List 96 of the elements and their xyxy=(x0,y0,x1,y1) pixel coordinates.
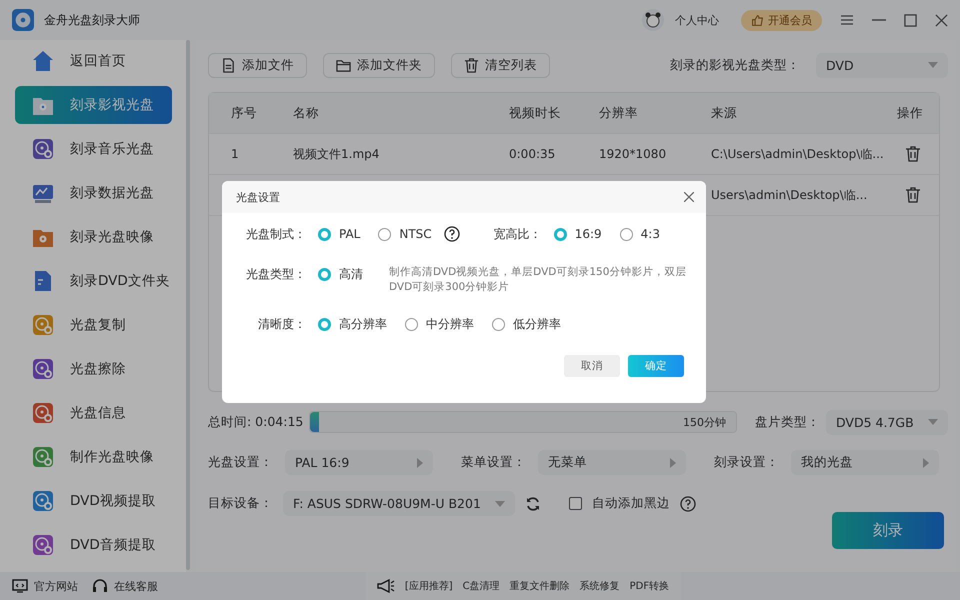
column-header: 视频时长 xyxy=(509,104,562,122)
home-icon xyxy=(32,50,54,72)
caret-icon xyxy=(495,500,505,506)
sidebar-item[interactable]: 刻录数据光盘 xyxy=(15,174,172,212)
target-device-label: 目标设备： xyxy=(208,495,273,512)
sidebar-item[interactable]: 制作光盘映像 xyxy=(15,438,172,476)
capacity-limit: 150分钟 xyxy=(683,414,726,430)
menu-icon[interactable] xyxy=(840,13,854,27)
promo-link[interactable]: PDF转换 xyxy=(630,579,670,593)
option-label: 清晰度： xyxy=(257,316,306,333)
table-cell-text: C:\Users\admin\Desktop\临... xyxy=(711,146,885,162)
caret-icon xyxy=(670,458,676,468)
megaphone-icon xyxy=(376,578,395,594)
column-header: 来源 xyxy=(711,104,738,122)
table-cell-text: 1 xyxy=(230,147,240,161)
cancel-button[interactable]: 取消 xyxy=(564,355,620,377)
setting-selector[interactable]: PAL 16:9 xyxy=(285,450,433,475)
setting-label: 菜单设置： xyxy=(461,454,526,471)
column-header: 名称 xyxy=(293,104,320,122)
headset-icon xyxy=(92,578,108,594)
setting-label: 刻录设置： xyxy=(714,454,779,471)
monitor-icon xyxy=(32,182,54,204)
sidebar-item[interactable]: 刻录光盘映像 xyxy=(15,218,172,256)
auto-border-label: 自动添加黑边 xyxy=(592,495,670,512)
sidebar-item[interactable]: 返回首页 xyxy=(15,42,172,80)
setting-selector[interactable]: 无菜单 xyxy=(538,450,686,475)
trash-icon xyxy=(464,58,479,72)
app-title: 金舟光盘刻录大师 xyxy=(44,12,140,28)
radio-option[interactable]: 中分辨率 xyxy=(405,315,474,333)
vip-button[interactable]: 开通会员 xyxy=(741,10,822,30)
caret-icon xyxy=(928,62,938,68)
sidebar-item[interactable]: 光盘信息 xyxy=(15,394,172,432)
table-cell-text: 1920*1080 xyxy=(599,147,668,161)
promo-heading: [应用推荐] xyxy=(404,580,453,593)
disc-size-label: 盘片类型： xyxy=(755,414,820,430)
caret-icon xyxy=(923,458,929,468)
maximize-icon[interactable] xyxy=(904,14,917,26)
caret-icon xyxy=(928,419,938,425)
close-icon[interactable] xyxy=(684,192,694,202)
promo-link[interactable]: 重复文件删除 xyxy=(510,579,570,593)
thumbs-up-icon xyxy=(751,14,764,26)
column-header: 操作 xyxy=(897,104,923,122)
radio-option[interactable]: 4:3 xyxy=(620,225,660,243)
sidebar-item[interactable]: DVD视频提取 xyxy=(15,482,172,520)
user-center-link[interactable]: 个人中心 xyxy=(675,12,719,28)
setting-selector[interactable]: 我的光盘 xyxy=(791,450,939,475)
radio-option[interactable]: 低分辨率 xyxy=(492,315,561,333)
column-header: 序号 xyxy=(230,104,258,122)
checkbox[interactable] xyxy=(569,497,582,510)
description-text: 制作高清DVD视频光盘，单层DVD可刻录150分钟影片，双层DVD可刻录300分钟影片 xyxy=(389,265,688,295)
option-label: 宽高比： xyxy=(492,226,542,243)
promo-link[interactable]: 系统修复 xyxy=(580,579,620,593)
sidebar-item[interactable]: 刻录音乐光盘 xyxy=(15,130,172,168)
website-link[interactable]: 官方网站 xyxy=(12,578,78,594)
sidebar-item[interactable]: 光盘复制 xyxy=(15,306,172,344)
column-header: 分辨率 xyxy=(599,104,639,122)
close-icon[interactable] xyxy=(935,14,948,26)
table-cell-text: 0:00:35 xyxy=(509,147,556,161)
avatar-icon xyxy=(641,8,665,32)
folder-icon xyxy=(336,58,351,72)
delete-icon[interactable] xyxy=(905,146,921,162)
caret-icon xyxy=(417,458,423,468)
total-time-label: 总时间: 0:04:15 xyxy=(208,414,304,430)
minimize-icon[interactable] xyxy=(872,19,886,21)
sidebar-item[interactable]: 刻录DVD文件夹 xyxy=(15,262,172,300)
setting-label: 光盘设置： xyxy=(208,454,273,471)
document-icon xyxy=(32,270,54,292)
radio-option[interactable]: NTSC xyxy=(378,225,432,243)
help-icon[interactable] xyxy=(680,496,696,512)
delete-icon[interactable] xyxy=(905,187,921,203)
radio-option[interactable]: 高分辨率 xyxy=(318,315,387,333)
table-cell-text: 视频文件1.mp4 xyxy=(293,146,380,162)
promo-link[interactable]: C盘清理 xyxy=(462,579,500,593)
table-cell-text: Users\admin\Desktop\临... xyxy=(711,186,868,204)
sidebar-item[interactable]: DVD音频提取 xyxy=(15,526,172,564)
sidebar-item[interactable]: 光盘擦除 xyxy=(15,350,172,388)
radio-option[interactable]: 16:9 xyxy=(554,225,602,243)
disc-type-dropdown[interactable]: DVD xyxy=(816,52,948,78)
disc-type-label: 刻录的影视光盘类型： xyxy=(670,56,800,74)
monitor-icon xyxy=(12,578,28,594)
dialog-title: 光盘设置 xyxy=(236,190,280,204)
option-label: 光盘类型： xyxy=(245,266,306,283)
option-label: 光盘制式： xyxy=(245,226,306,243)
radio-option[interactable]: PAL xyxy=(318,225,360,243)
sidebar-item[interactable]: 刻录影视光盘 xyxy=(15,86,172,124)
file-icon xyxy=(221,58,236,72)
toolbar-button[interactable]: 添加文件 xyxy=(208,52,307,78)
disc-logo-icon xyxy=(12,9,34,31)
disc-size-dropdown[interactable]: DVD5 4.7GB xyxy=(826,410,948,434)
toolbar-button[interactable]: 清空列表 xyxy=(451,52,550,78)
toolbar-button[interactable]: 添加文件夹 xyxy=(323,52,435,78)
device-dropdown[interactable]: F: ASUS SDRW-08U9M-U B201 xyxy=(283,491,515,516)
help-icon[interactable] xyxy=(444,226,460,242)
refresh-icon[interactable] xyxy=(525,496,541,512)
radio-option[interactable]: 高清 xyxy=(318,265,363,283)
customer-service-link[interactable]: 在线客服 xyxy=(92,578,158,594)
